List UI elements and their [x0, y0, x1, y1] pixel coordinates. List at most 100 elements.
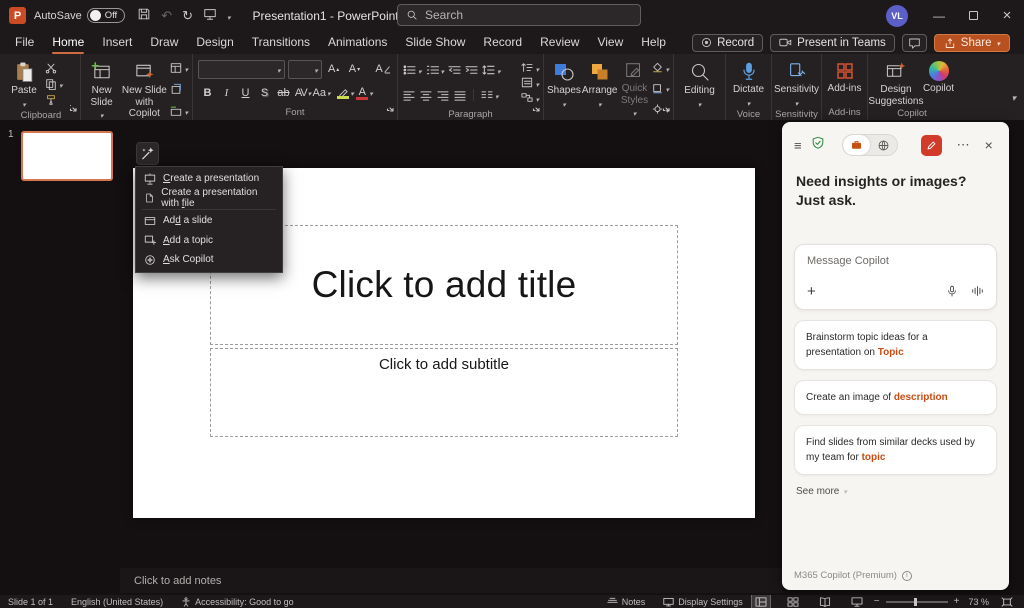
- editing-button[interactable]: Editing: [678, 57, 722, 110]
- reset-slide-button[interactable]: [170, 82, 188, 97]
- tab-draw[interactable]: Draw: [141, 32, 187, 54]
- character-spacing-button[interactable]: AV: [293, 84, 312, 102]
- copilot-menu-button[interactable]: ≡: [794, 138, 802, 153]
- see-more-button[interactable]: See more: [782, 475, 1009, 508]
- increase-indent-button[interactable]: [465, 63, 478, 78]
- drawing-dialog-launcher[interactable]: [662, 99, 670, 117]
- new-chat-button[interactable]: [921, 135, 942, 156]
- tab-home[interactable]: Home: [43, 32, 93, 54]
- section-button[interactable]: [170, 104, 188, 119]
- shape-outline-button[interactable]: [652, 81, 669, 96]
- comments-button[interactable]: [902, 34, 927, 52]
- slide-layout-button[interactable]: [170, 60, 188, 75]
- clear-formatting-button[interactable]: A: [374, 60, 392, 78]
- voice-waveform-icon[interactable]: [971, 285, 984, 297]
- autosave-toggle[interactable]: AutoSave Off: [34, 8, 125, 23]
- account-avatar[interactable]: VL: [886, 5, 908, 27]
- align-right-button[interactable]: [437, 88, 449, 103]
- zoom-out-button[interactable]: −: [874, 596, 880, 607]
- paragraph-dialog-launcher[interactable]: [532, 99, 540, 117]
- tab-design[interactable]: Design: [187, 32, 242, 54]
- addins-button[interactable]: Add-ins: [825, 57, 864, 104]
- zoom-slider[interactable]: [886, 601, 948, 603]
- slide-show-view-button[interactable]: [848, 595, 866, 608]
- copy-button[interactable]: [45, 76, 63, 91]
- zoom-level-button[interactable]: 73 %: [959, 597, 998, 607]
- highlight-color-button[interactable]: [336, 84, 355, 102]
- copilot-button[interactable]: Copilot: [923, 57, 954, 107]
- save-button[interactable]: [137, 7, 151, 24]
- arrange-button[interactable]: Arrange: [582, 57, 618, 120]
- numbering-button[interactable]: [426, 63, 445, 78]
- suggestion-card-find-slides[interactable]: Find slides from similar decks used by m…: [794, 425, 997, 475]
- fit-slide-to-window-button[interactable]: [998, 595, 1016, 608]
- notes-toggle-button[interactable]: Notes: [598, 597, 655, 607]
- tab-help[interactable]: Help: [632, 32, 675, 54]
- work-web-toggle[interactable]: [842, 134, 898, 156]
- paste-button[interactable]: Paste: [5, 57, 43, 110]
- language-button[interactable]: English (United States): [62, 597, 172, 607]
- shapes-button[interactable]: Shapes: [547, 57, 581, 120]
- align-left-button[interactable]: [403, 88, 415, 103]
- share-button[interactable]: Share: [934, 34, 1010, 52]
- format-painter-button[interactable]: [45, 92, 63, 107]
- italic-button[interactable]: I: [217, 84, 236, 102]
- display-settings-button[interactable]: Display Settings: [654, 597, 752, 607]
- tab-file[interactable]: File: [6, 32, 43, 54]
- collapse-ribbon-chevron-icon[interactable]: [1011, 88, 1016, 106]
- notes-pane[interactable]: Click to add notes: [120, 568, 782, 593]
- menu-item-add-topic[interactable]: Add a topic: [136, 231, 282, 251]
- menu-item-create-presentation-with-file[interactable]: Create a presentation with file: [136, 189, 282, 209]
- close-button[interactable]: ×: [990, 0, 1024, 31]
- add-content-button[interactable]: +: [807, 283, 816, 300]
- shrink-font-button[interactable]: A▾: [346, 60, 364, 78]
- underline-button[interactable]: U: [236, 84, 255, 102]
- start-slideshow-button[interactable]: [203, 7, 217, 24]
- tab-transitions[interactable]: Transitions: [243, 32, 319, 54]
- normal-view-button[interactable]: [752, 595, 770, 608]
- menu-item-add-slide[interactable]: Add a slide: [136, 211, 282, 231]
- tab-animations[interactable]: Animations: [319, 32, 396, 54]
- web-mode-segment[interactable]: [870, 135, 897, 155]
- text-shadow-button[interactable]: S: [255, 84, 274, 102]
- undo-button[interactable]: ↶: [161, 8, 172, 24]
- close-pane-button[interactable]: ×: [985, 137, 993, 153]
- present-in-teams-button[interactable]: Present in Teams: [770, 34, 895, 52]
- bold-button[interactable]: B: [198, 84, 217, 102]
- line-spacing-button[interactable]: [482, 63, 501, 78]
- new-slide-button[interactable]: New Slide: [84, 57, 119, 122]
- more-options-button[interactable]: ⋯: [957, 137, 970, 153]
- tab-record[interactable]: Record: [474, 32, 531, 54]
- info-icon[interactable]: i: [902, 571, 912, 581]
- menu-item-ask-copilot[interactable]: Ask Copilot: [136, 250, 282, 270]
- sensitivity-button[interactable]: Sensitivity: [774, 57, 819, 109]
- font-size-combo[interactable]: [288, 60, 322, 79]
- font-dialog-launcher[interactable]: [386, 99, 394, 117]
- slide-sorter-view-button[interactable]: [784, 595, 802, 608]
- slide-thumbnail[interactable]: [21, 131, 113, 181]
- reading-view-button[interactable]: [816, 595, 834, 608]
- suggestion-card-image[interactable]: Create an image of description: [794, 380, 997, 415]
- menu-item-create-presentation[interactable]: Create a presentation: [136, 169, 282, 189]
- decrease-indent-button[interactable]: [448, 63, 461, 78]
- dictate-button[interactable]: Dictate: [729, 57, 768, 109]
- minimize-button[interactable]: —: [922, 0, 956, 31]
- quick-styles-button[interactable]: Quick Styles: [619, 57, 651, 120]
- shape-fill-button[interactable]: [652, 60, 669, 75]
- subtitle-placeholder[interactable]: Click to add subtitle: [210, 348, 678, 437]
- cut-button[interactable]: [45, 60, 63, 75]
- font-color-button[interactable]: A: [355, 84, 374, 102]
- new-slide-with-copilot-button[interactable]: New Slide with Copilot: [120, 57, 168, 122]
- copilot-slide-button[interactable]: [136, 142, 159, 165]
- restore-button[interactable]: [956, 0, 990, 31]
- suggestion-card-brainstorm[interactable]: Brainstorm topic ideas for a presentatio…: [794, 320, 997, 370]
- clipboard-dialog-launcher[interactable]: [69, 99, 77, 117]
- accessibility-status-button[interactable]: Accessibility: Good to go: [172, 597, 303, 607]
- change-case-button[interactable]: Aa: [312, 84, 331, 102]
- customize-qat-chevron-icon[interactable]: [227, 8, 231, 23]
- justify-button[interactable]: [454, 88, 466, 103]
- tab-view[interactable]: View: [588, 32, 632, 54]
- tab-review[interactable]: Review: [531, 32, 588, 54]
- bullets-button[interactable]: [403, 63, 422, 78]
- mic-icon[interactable]: [946, 285, 958, 298]
